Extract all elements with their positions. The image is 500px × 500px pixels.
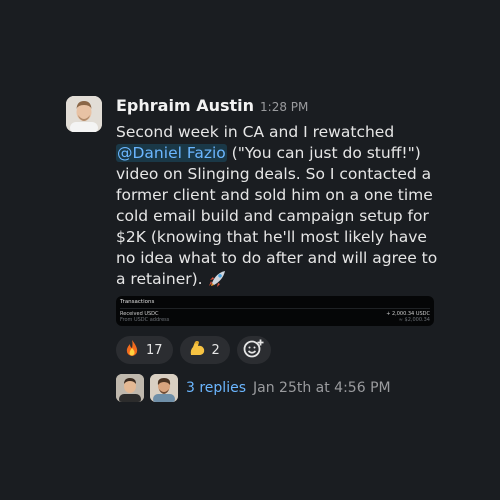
reaction-count: 2 [211, 342, 220, 358]
reaction-flexed-biceps[interactable]: 2 [179, 336, 230, 364]
message-text-part: ("You can just do stuff!") video on Slin… [116, 144, 438, 288]
add-reaction-button[interactable] [236, 336, 271, 364]
message-timestamp[interactable]: 1:28 PM [260, 100, 308, 114]
rocket-emoji [208, 269, 228, 293]
user-mention[interactable]: @Daniel Fazio [116, 144, 227, 162]
flexed-biceps-emoji [188, 339, 206, 361]
message-body: Second week in CA and I rewatched @Danie… [116, 122, 440, 293]
message-text-part: Second week in CA and I rewatched [116, 123, 395, 141]
thread-summary[interactable]: 3 replies Jan 25th at 4:56 PM [116, 374, 391, 402]
author-avatar[interactable] [66, 96, 102, 132]
reaction-fire[interactable]: 17 [116, 336, 173, 364]
transaction-amount-sub: ≈ $2,000.34 [398, 317, 430, 323]
reaction-bar: 17 2 [116, 336, 271, 364]
attachment-title: Transactions [120, 299, 155, 305]
replies-link[interactable]: 3 replies [186, 380, 246, 396]
transaction-sublabel: From USDC address [120, 317, 170, 323]
reply-avatar[interactable] [116, 374, 144, 402]
add-reaction-icon [243, 338, 265, 362]
fire-emoji [124, 339, 140, 361]
last-reply-timestamp: Jan 25th at 4:56 PM [253, 380, 391, 396]
attachment-divider [120, 308, 430, 309]
reply-avatar[interactable] [150, 374, 178, 402]
transaction-attachment[interactable]: Transactions Received USDC From USDC add… [116, 296, 434, 326]
reaction-count: 17 [146, 342, 163, 358]
author-name[interactable]: Ephraim Austin [116, 96, 254, 115]
